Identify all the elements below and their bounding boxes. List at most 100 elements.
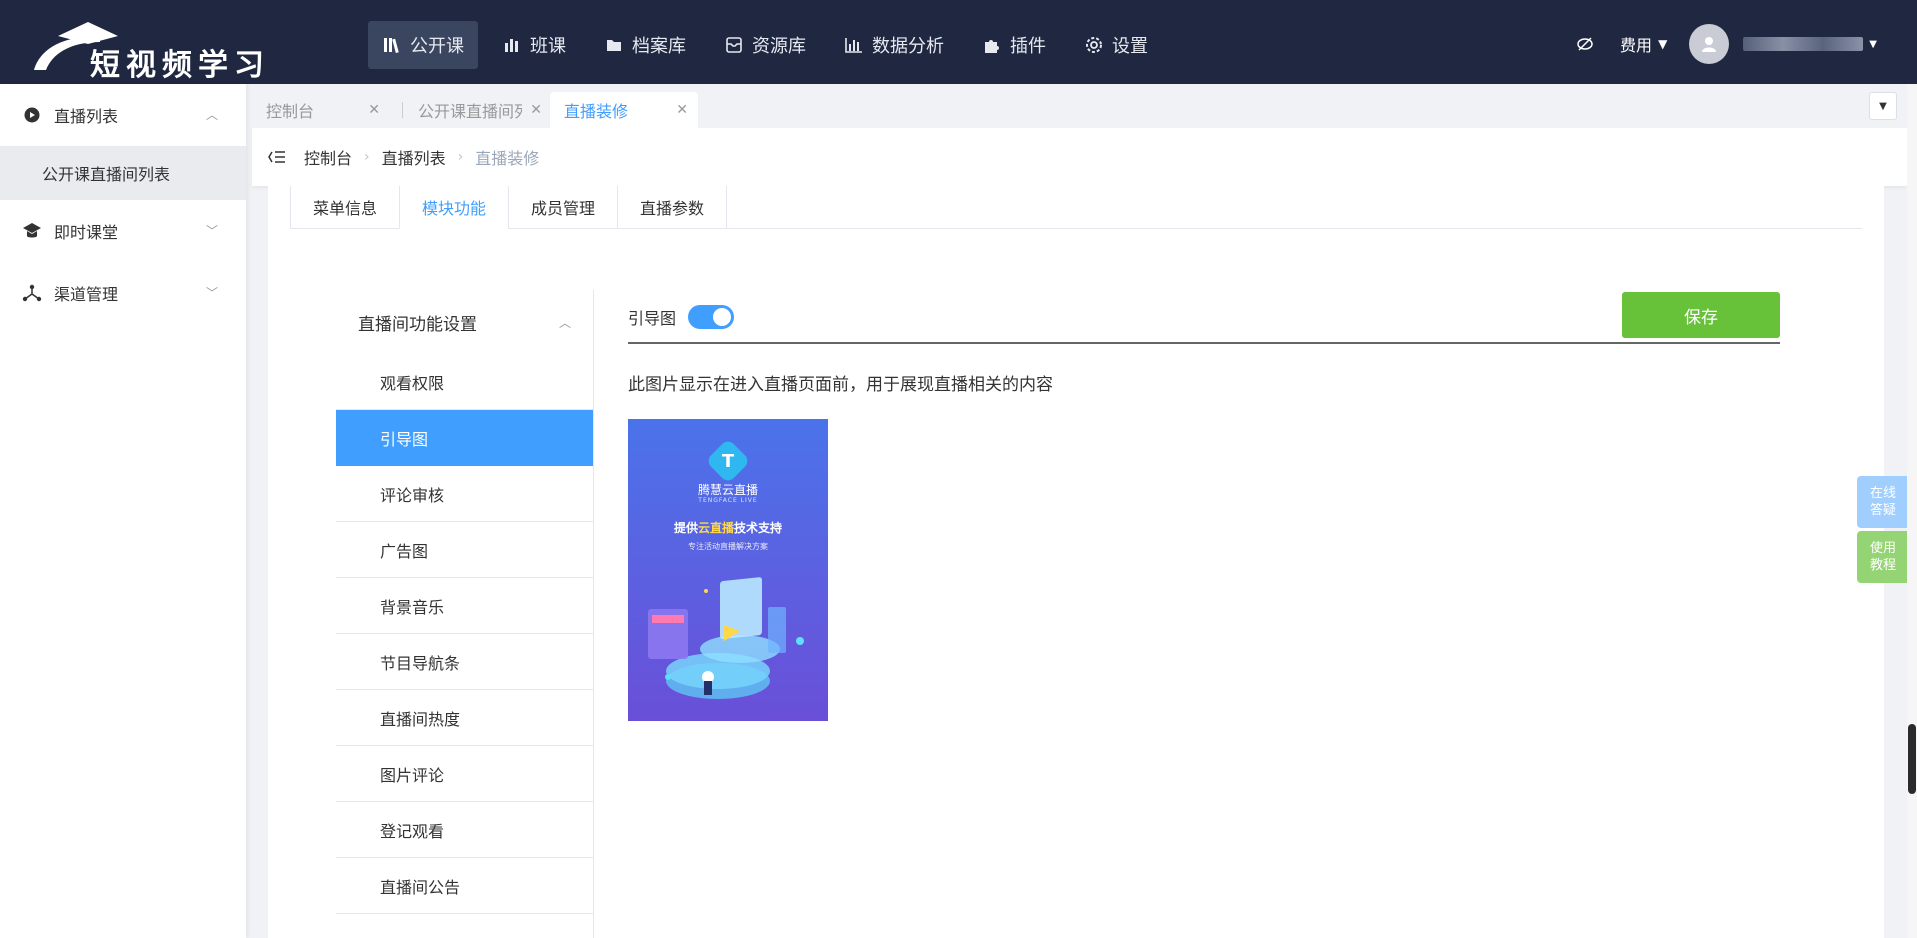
menu-group-live-settings[interactable]: 直播间功能设置 ︿ <box>336 290 593 354</box>
guide-image-switch[interactable] <box>688 305 735 329</box>
logo[interactable]: 短视频学习 <box>30 14 290 83</box>
breadcrumb-item[interactable]: 控制台 <box>304 145 352 169</box>
tab-label: 公开课直播间列 <box>418 102 522 121</box>
menu-item-label: 登记观看 <box>380 821 445 841</box>
sidebar-item-channel-management[interactable]: 渠道管理 ﹀ <box>0 262 246 324</box>
nav-label: 公开课 <box>410 36 464 57</box>
tutorial-button[interactable]: 使用教程 <box>1857 531 1909 583</box>
chat-bubble-icon <box>22 105 42 125</box>
nav-label: 插件 <box>1010 36 1046 57</box>
menu-item-label: 直播间热度 <box>380 709 461 729</box>
menu-item-label: 图片评论 <box>380 765 445 785</box>
page-tabs-bar: 控制台 ✕ 公开课直播间列 ✕ 直播装修 ✕ ▼ <box>252 84 1907 128</box>
menu-item-bg-music[interactable]: 背景音乐 <box>336 578 593 634</box>
menu-item-image-comment[interactable]: 图片评论 <box>336 746 593 802</box>
tab-live-params[interactable]: 直播参数 <box>617 186 728 229</box>
username[interactable] <box>1743 37 1864 51</box>
menu-item-guide-image[interactable]: 引导图 <box>336 410 593 466</box>
floating-help: 在线答疑 使用教程 <box>1857 476 1909 586</box>
nav-label: 设置 <box>1112 36 1148 57</box>
breadcrumb: 控制台 › 直播列表 › 直播装修 <box>252 128 1907 186</box>
nav-label: 班课 <box>530 36 566 57</box>
guide-image-toggle-row: 引导图 保存 <box>628 292 1780 344</box>
guide-image-description: 此图片显示在进入直播页面前，用于展现直播相关的内容 <box>628 375 1053 395</box>
scrollbar-thumb[interactable] <box>1908 724 1916 794</box>
main-nav: 公开课 班课 档案库 资源库 数据分析 插件 设置 <box>368 20 1172 70</box>
nav-analytics[interactable]: 数据分析 <box>830 21 958 69</box>
guide-image-preview[interactable]: T 腾慧云直播 TENGFACE LIVE 提供云直播技术支持 专注活动直播解决… <box>628 419 828 721</box>
menu-item-label: 背景音乐 <box>380 597 445 617</box>
nav-class[interactable]: 班课 <box>488 21 580 69</box>
tab-module-function[interactable]: 模块功能 <box>399 186 510 229</box>
tab-menu-info[interactable]: 菜单信息 <box>290 186 401 229</box>
nav-settings[interactable]: 设置 <box>1070 21 1162 69</box>
tab-live-decoration[interactable]: 直播装修 ✕ <box>550 92 698 128</box>
menu-item-label: 广告图 <box>380 541 429 561</box>
chevron-up-icon: ︿ <box>206 108 219 122</box>
puzzle-icon <box>982 35 1002 55</box>
menu-item-comment-review[interactable]: 评论审核 <box>336 466 593 522</box>
graduation-cap-icon <box>22 221 42 241</box>
menu-item-program-nav[interactable]: 节目导航条 <box>336 634 593 690</box>
collapse-menu-icon[interactable] <box>268 150 286 164</box>
menu-item-label: 节目导航条 <box>380 653 461 673</box>
function-menu: 直播间功能设置 ︿ 观看权限 引导图 评论审核 广告图 背景音乐 节目导航条 直… <box>336 290 594 938</box>
sidebar-subitem-open-course-list[interactable]: 公开课直播间列表 <box>0 146 246 200</box>
tab-member-management[interactable]: 成员管理 <box>508 186 619 229</box>
menu-item-announcement[interactable]: 直播间公告 <box>336 858 593 914</box>
bar-chart-building-icon <box>502 35 522 55</box>
menu-item-room-heat[interactable]: 直播间热度 <box>336 690 593 746</box>
sidebar-item-live-list[interactable]: 直播列表 ︿ <box>0 84 246 146</box>
page-scrollbar[interactable] <box>1907 84 1917 938</box>
sidebar: 直播列表 ︿ 公开课直播间列表 即时课堂 ﹀ 渠道管理 ﹀ <box>0 84 246 938</box>
caret-down-icon: ▼ <box>1658 37 1668 51</box>
menu-group-label: 直播间功能设置 <box>358 314 477 335</box>
sidebar-item-instant-class[interactable]: 即时课堂 ﹀ <box>0 200 246 262</box>
menu-item-view-permission[interactable]: 观看权限 <box>336 354 593 410</box>
bar-chart-icon <box>844 35 864 55</box>
tab-label: 成员管理 <box>531 199 596 218</box>
user-icon <box>1702 37 1717 52</box>
close-icon[interactable]: ✕ <box>368 102 380 118</box>
nav-archive[interactable]: 档案库 <box>590 21 700 69</box>
nav-label: 数据分析 <box>872 36 944 57</box>
fee-dropdown[interactable]: 费用 ▼ <box>1620 32 1667 56</box>
tab-dashboard[interactable]: 控制台 ✕ <box>252 92 390 128</box>
switch-knob <box>713 308 732 326</box>
tab-label: 模块功能 <box>422 199 487 218</box>
tab-open-course-list[interactable]: 公开课直播间列 ✕ <box>404 92 552 128</box>
chevron-down-icon: ﹀ <box>206 286 219 300</box>
online-qa-label: 在线答疑 <box>1869 486 1896 518</box>
breadcrumb-current: 直播装修 <box>475 149 540 168</box>
menu-item-label: 观看权限 <box>380 373 445 393</box>
tab-label: 直播参数 <box>640 199 705 218</box>
menu-item-label: 评论审核 <box>380 485 445 505</box>
menu-item-label: 引导图 <box>380 429 429 449</box>
menu-item-register-view[interactable]: 登记观看 <box>336 802 593 858</box>
chevron-right-icon: › <box>364 149 370 165</box>
nav-label: 资源库 <box>752 36 806 57</box>
nav-plugins[interactable]: 插件 <box>968 21 1060 69</box>
close-icon[interactable]: ✕ <box>676 102 688 118</box>
nav-resource[interactable]: 资源库 <box>710 21 820 69</box>
folder-icon <box>604 35 624 55</box>
nav-open-course[interactable]: 公开课 <box>368 21 478 69</box>
save-button[interactable]: 保存 <box>1622 292 1780 338</box>
menu-item-label: 直播间公告 <box>380 877 461 897</box>
close-icon[interactable]: ✕ <box>530 102 542 118</box>
caret-down-icon: ▼ <box>1869 38 1877 50</box>
menu-item-ad-image[interactable]: 广告图 <box>336 522 593 578</box>
tabs-dropdown-button[interactable]: ▼ <box>1869 92 1897 120</box>
user-area: 费用 ▼ ▼ <box>1576 24 1877 64</box>
sub-tabs: 菜单信息 模块功能 成员管理 直播参数 <box>290 186 1862 229</box>
poster-illustration <box>648 577 804 699</box>
tab-label: 直播装修 <box>564 102 629 121</box>
online-qa-button[interactable]: 在线答疑 <box>1857 476 1909 528</box>
breadcrumb-item[interactable]: 直播列表 <box>382 145 446 169</box>
caret-down-icon: ▼ <box>1879 100 1887 112</box>
eye-off-icon[interactable] <box>1576 35 1594 53</box>
logo-text: 短视频学习 <box>90 48 270 83</box>
avatar[interactable] <box>1689 24 1730 64</box>
toggle-label: 引导图 <box>628 309 677 328</box>
nav-label: 档案库 <box>632 36 686 57</box>
